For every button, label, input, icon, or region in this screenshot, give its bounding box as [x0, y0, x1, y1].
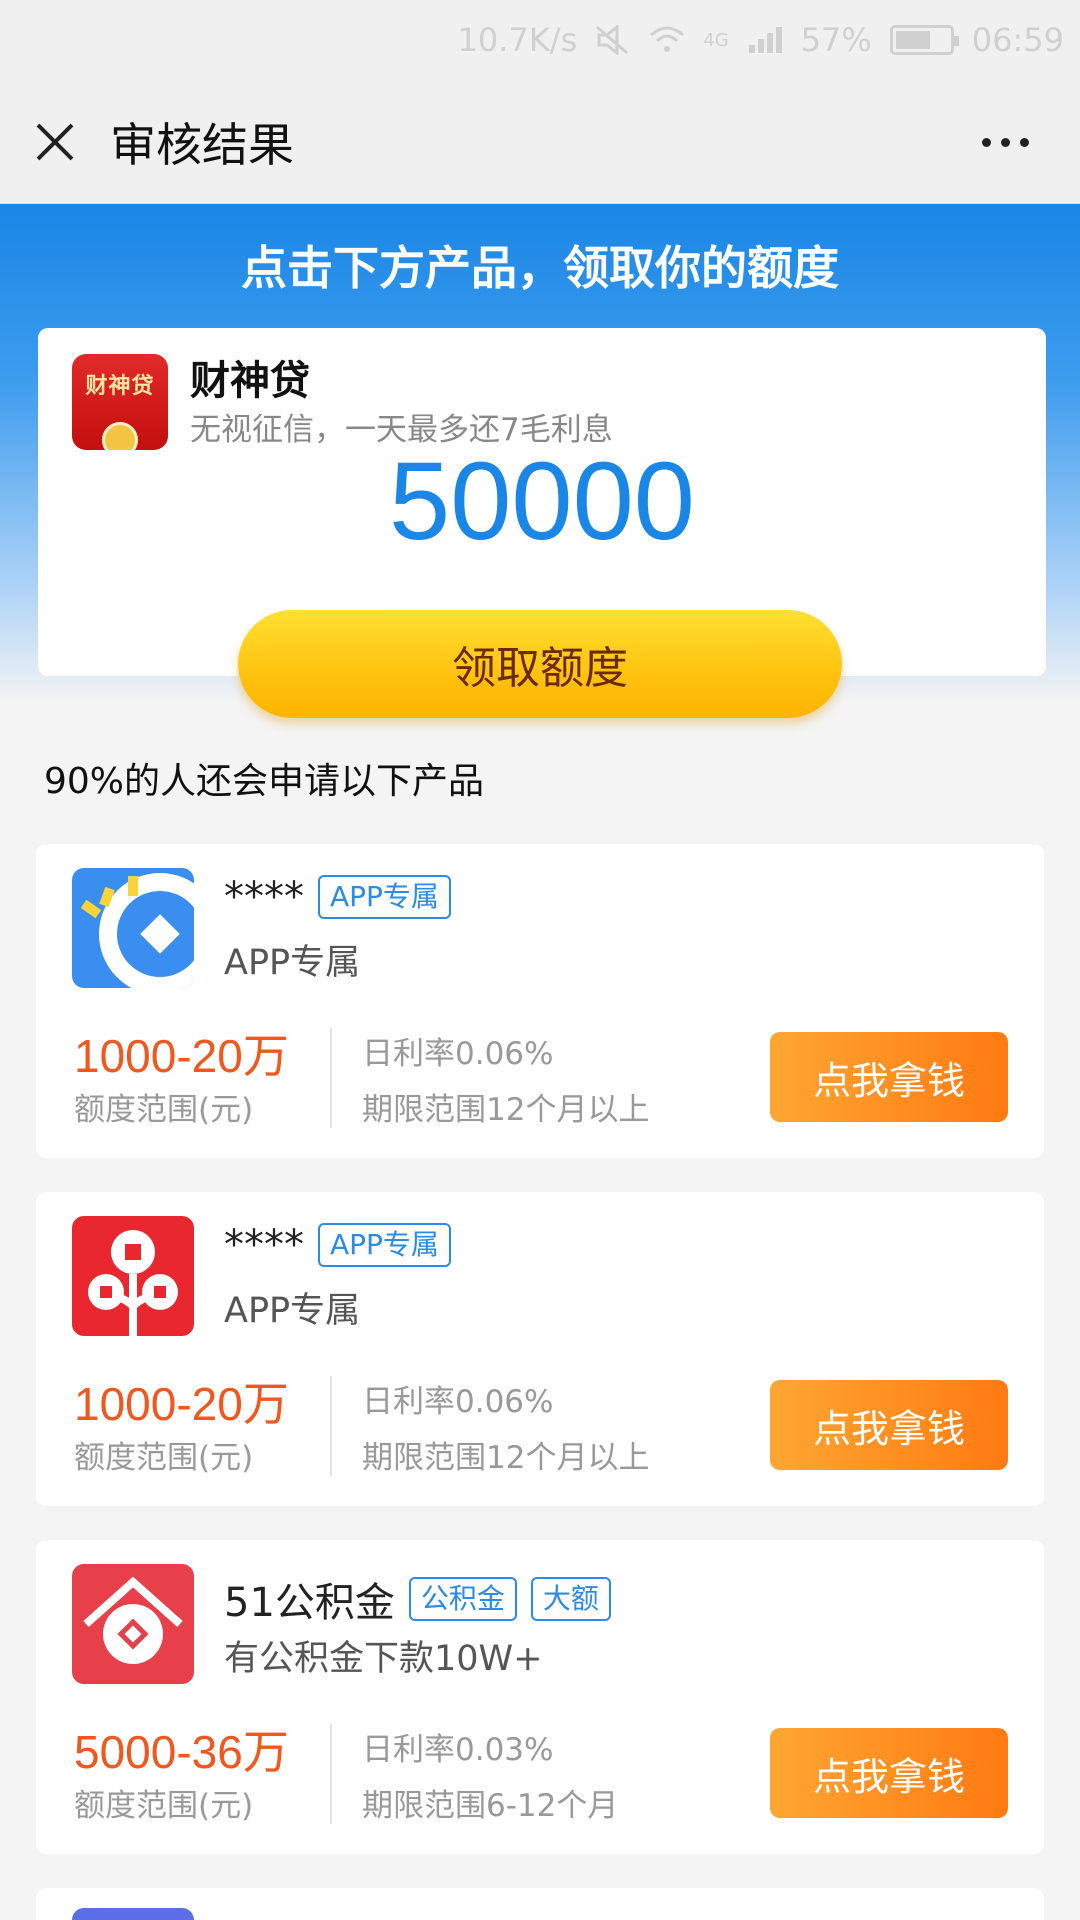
battery-percent: 57%	[800, 21, 872, 59]
get-money-button[interactable]: 点我拿钱	[770, 1380, 1008, 1470]
product-tag: 公积金	[408, 1577, 517, 1621]
loan-term: 期限范围12个月以上	[362, 1440, 650, 1476]
logo-text: 财神贷	[85, 374, 155, 399]
divider	[330, 1724, 332, 1824]
product-name-row: 51公积金 公积金 大额	[224, 1570, 611, 1628]
close-icon	[36, 123, 74, 160]
product-name: ****	[224, 874, 304, 920]
product-tag: 大额	[530, 1577, 611, 1621]
product-subtitle: APP专属	[224, 1291, 361, 1331]
loan-term: 期限范围6-12个月	[362, 1788, 619, 1824]
more-button[interactable]	[950, 80, 1060, 204]
product-logo-coins-icon	[72, 1216, 194, 1336]
signal-icon	[747, 25, 783, 55]
close-button[interactable]	[0, 80, 110, 204]
product-name-row: **** APP专属	[224, 874, 451, 920]
range-label: 额度范围(元)	[74, 1440, 254, 1476]
product-range: 1000-20万	[74, 1378, 289, 1430]
page-title: 审核结果	[110, 117, 294, 172]
product-card-partial[interactable]	[36, 1888, 1044, 1920]
loan-term: 期限范围12个月以上	[362, 1092, 650, 1128]
caishendai-logo: 财神贷	[72, 354, 168, 450]
network-speed: 10.7K/s	[457, 21, 578, 59]
mute-icon	[595, 25, 631, 55]
get-money-button[interactable]: 点我拿钱	[770, 1032, 1008, 1122]
divider	[330, 1028, 332, 1128]
product-logo-icon	[72, 1908, 194, 1920]
product-card[interactable]: 51公积金 公积金 大额 有公积金下款10W+ 5000-36万 额度范围(元)…	[36, 1540, 1044, 1854]
nav-bar: 审核结果	[0, 80, 1080, 204]
product-name: ****	[224, 1222, 304, 1268]
product-tag: APP专属	[318, 1223, 451, 1267]
section-title: 90%的人还会申请以下产品	[44, 761, 485, 802]
credit-amount: 50000	[389, 440, 695, 563]
get-money-button[interactable]: 点我拿钱	[770, 1728, 1008, 1818]
daily-rate: 日利率0.06%	[362, 1036, 554, 1072]
status-bar: 10.7K/s 4G 57% 06:59	[0, 0, 1080, 80]
range-label: 额度范围(元)	[74, 1788, 254, 1824]
product-range: 5000-36万	[74, 1726, 289, 1778]
more-icon	[981, 137, 991, 147]
featured-product-name: 财神贷	[190, 358, 310, 404]
product-name: 51公积金	[224, 1580, 395, 1626]
clock: 06:59	[971, 21, 1064, 59]
product-card[interactable]: **** APP专属 APP专属 1000-20万 额度范围(元) 日利率0.0…	[36, 1192, 1044, 1506]
daily-rate: 日利率0.03%	[362, 1732, 554, 1768]
product-card[interactable]: **** APP专属 APP专属 1000-20万 额度范围(元) 日利率0.0…	[36, 844, 1044, 1158]
product-subtitle: APP专属	[224, 943, 361, 983]
range-label: 额度范围(元)	[74, 1092, 254, 1128]
daily-rate: 日利率0.06%	[362, 1384, 554, 1420]
hero-title: 点击下方产品，领取你的额度	[241, 241, 839, 295]
claim-credit-button[interactable]: 领取额度	[238, 610, 842, 718]
product-subtitle: 有公积金下款10W+	[224, 1639, 543, 1679]
product-range: 1000-20万	[74, 1030, 289, 1082]
divider	[330, 1376, 332, 1476]
product-tag: APP专属	[318, 875, 451, 919]
product-logo-sun-icon	[72, 868, 194, 988]
network-type: 4G	[703, 29, 729, 51]
battery-icon	[889, 25, 959, 55]
product-name-row: **** APP专属	[224, 1222, 451, 1268]
product-logo-house-icon	[72, 1564, 194, 1684]
wifi-icon	[649, 25, 685, 55]
